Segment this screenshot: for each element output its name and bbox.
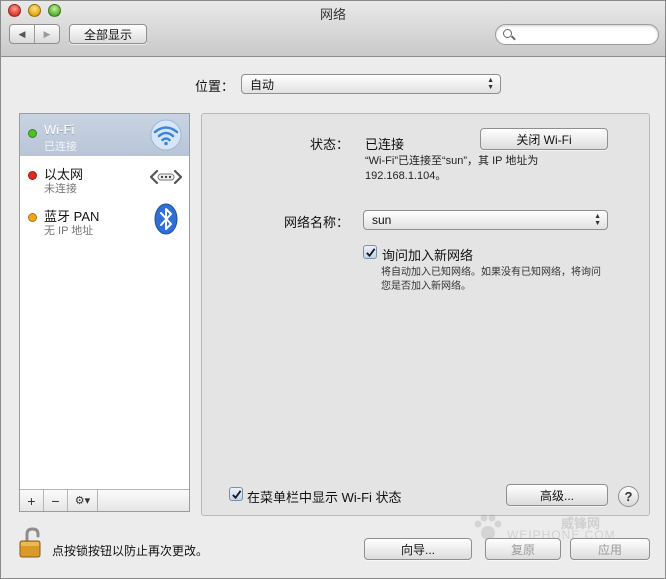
status-description-line1: “Wi-Fi”已连接至“sun”，其 IP 地址为 [365, 155, 539, 167]
status-dot-red [28, 171, 37, 180]
service-item-bluetooth-pan[interactable]: 蓝牙 PAN 无 IP 地址 [20, 198, 189, 240]
network-name-label: 网络名称： [283, 215, 349, 230]
service-status: 已连接 [44, 141, 77, 153]
lock-icon[interactable] [18, 527, 44, 559]
ask-join-checkbox[interactable] [363, 245, 377, 259]
service-item-ethernet[interactable]: 以太网 未连接 [20, 156, 189, 198]
checkmark-icon [365, 247, 375, 257]
show-all-button[interactable]: 全部显示 [69, 24, 147, 44]
show-in-menubar-label[interactable]: 在菜单栏中显示 Wi-Fi 状态 [247, 487, 402, 506]
popup-arrows-icon: ▲ ▼ [594, 213, 601, 227]
location-label: 位置： [195, 79, 235, 94]
advanced-button[interactable]: 高级... [506, 484, 608, 506]
service-list-toolbar: + − ⚙▾ [20, 489, 189, 511]
window-title: 网络 [319, 7, 346, 22]
ask-join-note-line1: 将自动加入已知网络。如果没有已知网络，将询问 [381, 267, 601, 278]
network-preferences-window: 网络 ◀ ▶ 全部显示 位置： 自动 ▲ ▼ Wi-Fi 已连接 以太网 未连接… [0, 0, 666, 579]
status-description-line2: 192.168.1.104。 [365, 170, 447, 182]
add-service-button[interactable]: + [20, 490, 44, 511]
location-popup[interactable]: 自动 ▲ ▼ [241, 74, 501, 94]
ask-join-note-line2: 您是否加入新网络。 [381, 281, 471, 292]
forward-button[interactable]: ▶ [34, 25, 59, 43]
status-dot-yellow [28, 213, 37, 222]
ethernet-icon [150, 169, 182, 185]
checkmark-icon [231, 489, 241, 499]
service-list: Wi-Fi 已连接 以太网 未连接 蓝牙 PAN 无 IP 地址 + − ⚙▾ [19, 113, 190, 512]
show-in-menubar-checkbox[interactable] [229, 487, 243, 501]
service-status: 未连接 [44, 183, 77, 195]
status-label: 状态： [309, 137, 349, 152]
status-value: 已连接 [365, 137, 405, 152]
assistant-button[interactable]: 向导... [364, 538, 472, 560]
gear-menu-button[interactable]: ⚙▾ [68, 490, 98, 511]
service-name: Wi-Fi [44, 122, 75, 137]
search-icon [503, 29, 512, 38]
service-status: 无 IP 地址 [44, 225, 94, 237]
wifi-icon [150, 119, 182, 151]
network-name-popup[interactable]: sun ▲ ▼ [363, 210, 608, 230]
search-field[interactable] [495, 24, 659, 45]
title-bar: 网络 ◀ ▶ 全部显示 [1, 1, 665, 57]
ask-join-label[interactable]: 询问加入新网络 [382, 245, 473, 264]
search-input[interactable] [516, 27, 654, 42]
status-dot-green [28, 129, 37, 138]
service-item-wifi[interactable]: Wi-Fi 已连接 [20, 114, 189, 156]
back-forward-control: ◀ ▶ [9, 24, 60, 44]
back-button[interactable]: ◀ [10, 25, 34, 43]
turn-off-wifi-button[interactable]: 关闭 Wi-Fi [480, 128, 608, 150]
apply-button[interactable]: 应用 [570, 538, 650, 560]
location-value: 自动 [250, 77, 275, 92]
network-name-value: sun [372, 213, 392, 227]
help-button[interactable]: ? [618, 486, 639, 507]
popup-arrows-icon: ▲ ▼ [487, 77, 494, 91]
bluetooth-icon [154, 203, 178, 235]
remove-service-button[interactable]: − [44, 490, 68, 511]
revert-button[interactable]: 复原 [485, 538, 561, 560]
lock-message: 点按锁按钮以防止再次更改。 [52, 544, 209, 558]
